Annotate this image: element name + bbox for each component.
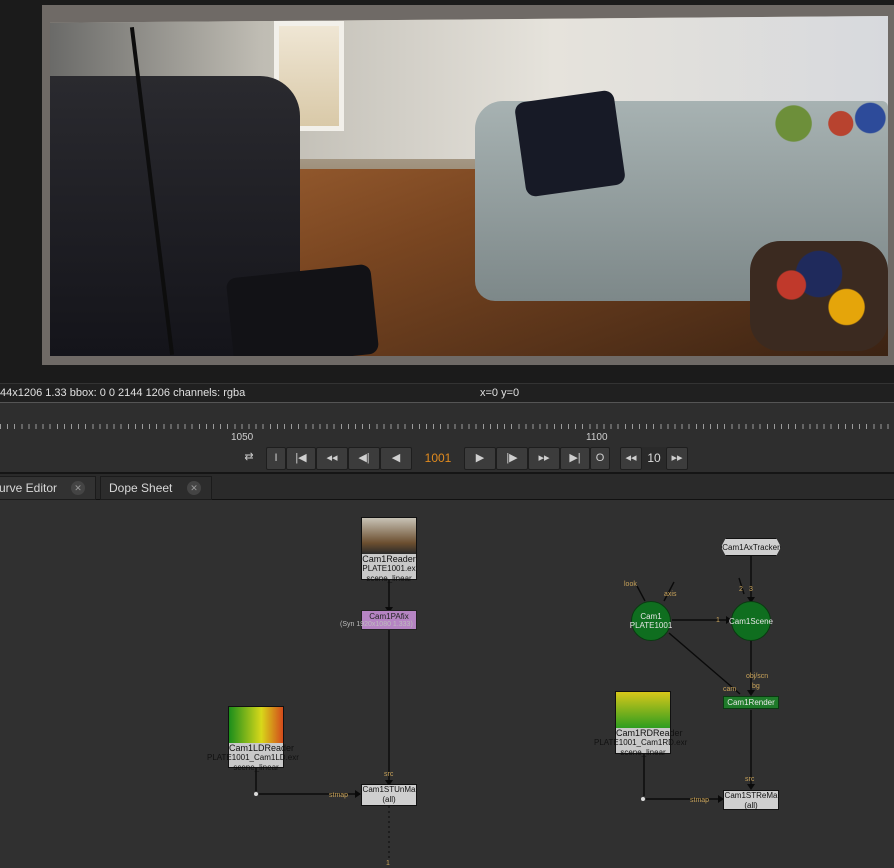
node-colorspace: scene_linear [366,574,412,583]
set-out-button[interactable]: O [590,447,610,470]
thumbnail [229,707,283,743]
close-icon[interactable]: ✕ [71,481,85,495]
thumbnail [362,518,416,554]
cam1scene-node[interactable]: Cam1Scene [728,601,774,641]
node-subtitle: (all) [744,801,758,810]
cam1axtracker-node[interactable]: Cam1AxTracker [721,538,781,556]
pipe-label: 1 [716,617,720,624]
cursor-coords: x=0 y=0 [480,387,520,399]
node-title: Cam1Reader [362,554,416,564]
tab-label: Dope Sheet [109,481,173,495]
node-title: Cam1STReMa [724,791,778,800]
pipe-label: look [624,581,637,588]
step-increment-field[interactable]: 10 [642,447,666,470]
step-back-increment-icon[interactable]: ◂◂ [620,447,642,470]
pipe-label: src [384,771,394,778]
node-graph[interactable]: Cam1Reader PLATE1001.ex scene_linear Cam… [0,500,894,868]
node-colorspace: scene_linear [620,748,666,757]
format-info: 44x1206 1.33 bbox: 0 0 2144 1206 channel… [0,387,246,399]
node-colorspace: scene_linear [233,763,279,772]
tab-label: urve Editor [0,481,58,495]
transport-controls: ⇄ I |◀ ◂◂ ◀| ◀ 1001 ▶ |▶ ▸▸ ▶| O ◂◂ 10 ▸… [0,447,894,471]
node-file: PLATE1001_Cam1RD.exr [594,738,688,747]
cam1ldreader-node[interactable]: Cam1LDReader PLATE1001_Cam1LD.exr scene_… [207,706,299,772]
step-forward-increment-icon[interactable]: ▸▸ [666,447,688,470]
cam1stunmap-node[interactable]: Cam1STUnMa (all) [361,784,417,806]
pipe-label: src [745,776,755,783]
step-forward-icon[interactable]: |▶ [496,447,528,470]
node-title: Cam1LDReader [229,743,295,753]
node-file: PLATE1001_Cam1LD.exr [207,753,299,762]
viewer-image [50,16,888,356]
next-keyframe-icon[interactable]: ▸▸ [528,447,560,470]
close-icon[interactable]: ✕ [187,481,201,495]
prev-keyframe-icon[interactable]: ◂◂ [316,447,348,470]
cam1-node[interactable]: Cam1 PLATE1001 [629,601,673,641]
play-forward-icon[interactable]: ▶ [464,447,496,470]
pipe-label: cam [723,686,737,693]
cam1reader-node[interactable]: Cam1Reader PLATE1001.ex scene_linear [361,517,417,583]
pipe-label: 1 [386,860,390,867]
node-file: PLATE1001.ex [362,564,416,573]
tick-label-1050: 1050 [231,432,254,443]
viewer-panel[interactable] [0,0,894,383]
pipe-label: stmap [690,797,710,804]
tick-label-1100: 1100 [586,432,608,443]
last-frame-icon[interactable]: ▶| [560,447,590,470]
first-frame-icon[interactable]: |◀ [286,447,316,470]
cam1rdreader-node[interactable]: Cam1RDReader PLATE1001_Cam1RD.exr scene_… [594,691,687,757]
current-frame-field[interactable]: 1001 [414,447,462,470]
node-title: Cam1Scene [728,616,774,626]
pipe-label: 3 [749,586,753,593]
pipe-label: obj/scn [746,673,769,680]
node-title: Cam1 [640,612,662,621]
cam1stremap-node[interactable]: Cam1STReMa (all) [723,790,779,810]
play-backward-icon[interactable]: ◀ [380,447,412,470]
node-title: Cam1Render [727,698,775,707]
node-title: Cam1RDReader [616,728,683,738]
pipe-label: bg [752,683,760,690]
set-in-button[interactable]: I [266,447,286,470]
tab-dope-sheet[interactable]: Dope Sheet ✕ [100,476,212,500]
dot-node[interactable] [253,791,259,797]
tab-curve-editor[interactable]: urve Editor ✕ [0,476,96,500]
pafix-subtitle: (Syn 1920x1080 1.333) [340,621,413,628]
loop-mode-icon[interactable]: ⇄ [236,447,262,470]
viewer-status-bar: 44x1206 1.33 bbox: 0 0 2144 1206 channel… [0,383,894,402]
timeline-ruler[interactable] [0,417,894,431]
thumbnail [616,692,670,728]
pipe-label: stmap [329,792,349,799]
node-subtitle: PLATE1001 [629,621,673,630]
node-title: Cam1STUnMa [362,785,416,794]
node-title: Cam1AxTracker [722,543,780,552]
node-subtitle: (all) [382,795,396,804]
dot-node[interactable] [640,796,646,802]
cam1render-node[interactable]: Cam1Render [723,696,779,709]
pipe-label: axis [664,591,677,598]
timeline-bar[interactable]: 1050 1100 ⇄ I |◀ ◂◂ ◀| ◀ 1001 ▶ |▶ ▸▸ ▶|… [0,402,894,472]
panel-tab-bar: urve Editor ✕ Dope Sheet ✕ [0,472,894,500]
pipe-label: 2 [739,586,743,593]
step-back-icon[interactable]: ◀| [348,447,380,470]
